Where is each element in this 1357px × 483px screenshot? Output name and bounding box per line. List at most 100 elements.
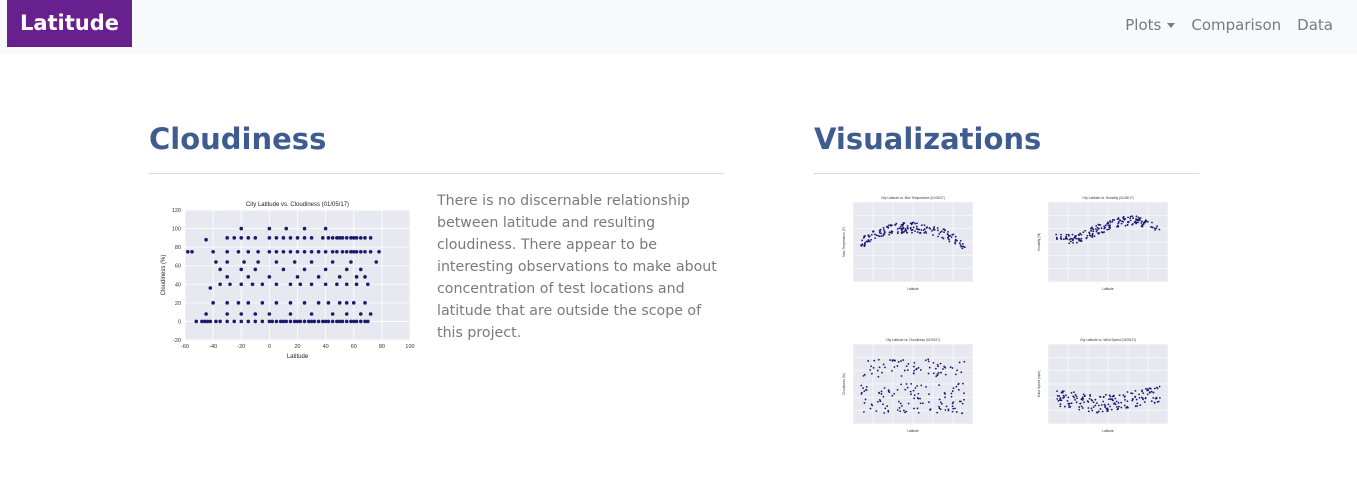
thumbnail-humidity[interactable]: City Latitude vs. Humidity (01/05/17) Lat… — [1030, 193, 1180, 298]
data-point — [358, 236, 363, 240]
thumbnail-point — [1148, 391, 1151, 394]
data-point — [225, 319, 229, 324]
data-point — [335, 282, 339, 287]
thumbnail-point — [1101, 410, 1104, 413]
data-point — [239, 226, 244, 231]
brand-link[interactable]: Latitude — [7, 0, 132, 47]
thumbnail-point — [1141, 390, 1143, 393]
thumbnail-point — [958, 400, 961, 403]
thumbnail-point — [1078, 406, 1081, 408]
thumbnail-point — [961, 247, 964, 250]
data-point — [337, 301, 342, 305]
thumbnail-point — [954, 238, 957, 241]
thumbnail-point — [875, 234, 878, 236]
thumbnail-point — [1116, 218, 1119, 221]
data-point — [267, 236, 272, 240]
thumbnail-point — [865, 240, 868, 243]
thumbnail-point — [959, 239, 962, 242]
nav-data-link[interactable]: Data — [1297, 16, 1333, 34]
data-point — [366, 282, 370, 287]
thumbnail-point — [877, 375, 880, 378]
thumbnail-point — [876, 369, 879, 372]
thumbnail-point — [1153, 387, 1156, 390]
data-point — [330, 236, 335, 240]
thumbnail-point — [865, 385, 868, 388]
thumbnail-point — [1103, 403, 1106, 406]
thumbnail-point — [862, 374, 865, 377]
thumbnail-point — [1078, 239, 1080, 242]
data-point — [337, 275, 342, 279]
data-point — [208, 286, 213, 290]
thumbnail-point — [1085, 237, 1088, 240]
thumbnail-max-temperature[interactable]: City Latitude vs. Max Temperature (01/05… — [835, 193, 985, 298]
thumbnail-point — [927, 360, 930, 363]
thumbnail-point — [1056, 394, 1059, 397]
thumbnail-point — [938, 384, 941, 387]
thumbnail-point — [929, 227, 932, 230]
nav-comparison-link[interactable]: Comparison — [1191, 16, 1281, 34]
thumbnail-point — [860, 244, 863, 247]
thumbnail-point — [954, 373, 957, 376]
data-point — [218, 282, 222, 287]
thumbnail-point — [906, 224, 909, 227]
thumbnail-point — [1080, 233, 1083, 236]
thumbnail-point — [1074, 398, 1076, 401]
thumbnail-cloudiness[interactable]: City Latitude vs. Cloudiness (01/05/17) L… — [835, 335, 985, 440]
thumbnail-point — [1097, 231, 1100, 234]
thumbnail-wind-speed[interactable]: City Latitude vs. Wind Speed (01/05/17) L… — [1030, 335, 1180, 440]
thumbnail-point — [1082, 231, 1085, 234]
thumbnail-point — [1059, 399, 1062, 402]
data-point — [302, 267, 307, 272]
thumbnail-title: City Latitude vs. Cloudiness (01/05/17) — [886, 338, 941, 342]
thumbnail-point — [963, 360, 966, 363]
thumbnail-point — [957, 383, 960, 386]
nav-plots-dropdown[interactable]: Plots — [1125, 16, 1176, 34]
thumbnail-point — [910, 393, 912, 396]
data-point — [302, 226, 307, 231]
data-point — [246, 275, 251, 279]
thumbnail-point — [938, 405, 940, 408]
thumbnail-point — [896, 389, 899, 391]
data-point — [344, 236, 349, 240]
thumbnail-point — [937, 365, 940, 368]
thumbnail-point — [1068, 406, 1070, 409]
thumbnail-point — [896, 409, 899, 411]
thumbnail-point — [1075, 401, 1078, 404]
thumbnail-point — [905, 229, 907, 232]
thumbnail-point — [1107, 221, 1109, 224]
thumbnail-point — [1059, 405, 1062, 408]
thumbnail-point — [1089, 235, 1092, 237]
thumbnail-point — [954, 407, 956, 410]
thumbnail-point — [1060, 238, 1063, 240]
thumbnail-point — [1109, 221, 1112, 224]
data-point — [214, 319, 218, 324]
thumbnail-point — [916, 407, 919, 410]
data-point — [358, 267, 363, 272]
thumbnail-point — [947, 234, 950, 236]
data-point — [368, 312, 373, 316]
thumbnail-point — [870, 238, 872, 241]
thumbnail-point — [902, 359, 905, 361]
y-axis-label: Cloudiness (%) — [161, 255, 167, 296]
thumbnail-point — [881, 371, 883, 374]
x-tick-label: 20 — [294, 344, 300, 350]
thumbnail-point — [921, 402, 924, 405]
data-point — [368, 249, 373, 254]
thumbnail-point — [1141, 225, 1144, 228]
thumbnail-point — [897, 231, 899, 233]
thumbnail-point — [940, 371, 942, 374]
thumbnail-point — [1088, 397, 1091, 400]
thumbnail-point — [1091, 234, 1094, 237]
thumbnail-point — [1090, 398, 1093, 401]
thumbnail-point — [1074, 393, 1077, 396]
thumbnail-y-label: Wind Speed (mph) — [1037, 371, 1041, 398]
thumbnail-point — [1103, 225, 1106, 228]
data-point — [274, 260, 279, 264]
thumbnail-point — [906, 386, 909, 389]
navbar: Latitude Plots Comparison Data — [0, 0, 1357, 54]
thumbnail-point — [1134, 396, 1137, 398]
thumbnail-point — [925, 226, 928, 229]
thumbnail-point — [947, 237, 950, 240]
thumbnail-point — [1078, 234, 1081, 237]
thumbnail-point — [1108, 394, 1111, 397]
